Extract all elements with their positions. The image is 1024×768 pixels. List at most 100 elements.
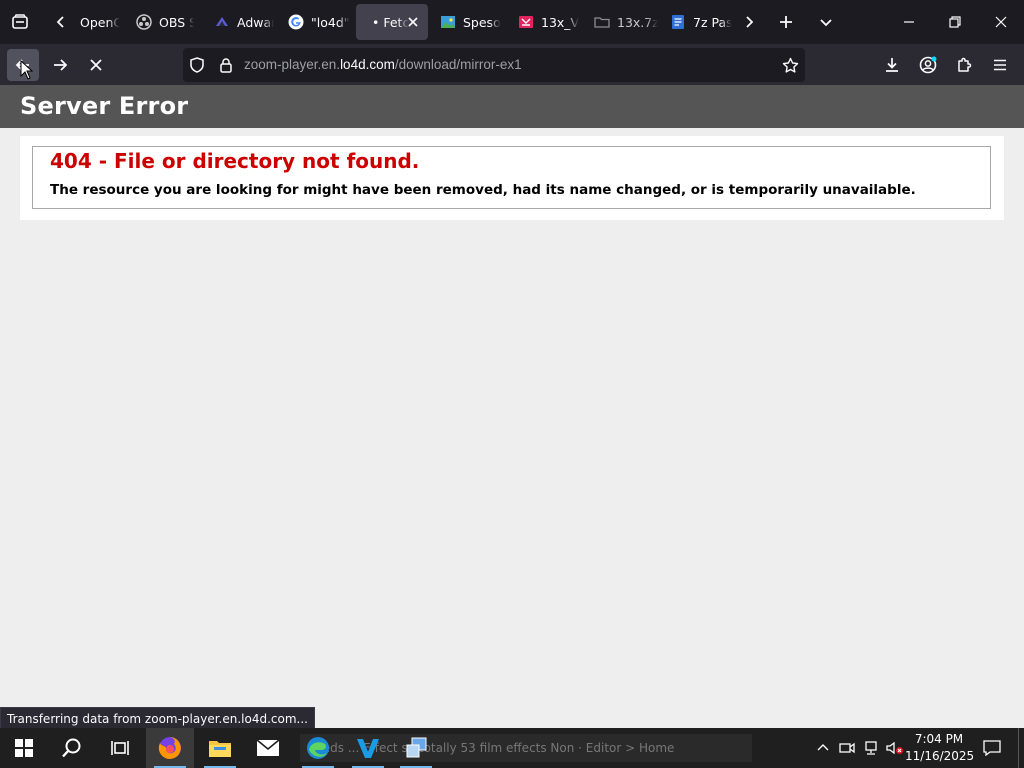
taskbar-vegas[interactable] <box>344 728 392 768</box>
tab-4-active[interactable]: • Fetc <box>356 4 428 40</box>
notification-icon <box>983 740 1001 756</box>
taskbar-clock[interactable]: 7:04 PM 11/16/2025 <box>905 731 974 765</box>
task-view-button[interactable] <box>96 728 144 768</box>
show-desktop-button[interactable] <box>1018 728 1024 768</box>
image-icon <box>440 14 456 30</box>
tab-title: • Fetc <box>372 14 410 30</box>
app-window-icon <box>406 737 427 758</box>
app-menu-button[interactable] <box>984 49 1016 81</box>
google-icon <box>288 14 304 30</box>
tracking-protection-shield-icon[interactable] <box>189 57 205 77</box>
close-icon <box>995 16 1007 28</box>
search-button[interactable] <box>48 728 96 768</box>
content-area: 404 - File or directory not found. The r… <box>20 136 1004 220</box>
camera-icon <box>839 742 855 754</box>
tab-title: 7z Pas <box>693 14 732 30</box>
plus-icon <box>780 16 792 28</box>
chevron-left-icon <box>56 16 64 28</box>
chevron-right-icon <box>746 16 754 28</box>
lock-icon[interactable] <box>219 57 233 77</box>
taskbar-edge[interactable] <box>294 728 342 768</box>
tab-title: 13x_V <box>541 14 580 30</box>
url-text[interactable]: zoom-player.en.lo4d.com/download/mirror-… <box>244 57 522 72</box>
puzzle-icon <box>958 57 972 72</box>
status-panel: Transferring data from zoom-player.en.lo… <box>0 707 315 729</box>
tab-0[interactable]: OpenC <box>78 4 120 40</box>
tab-2[interactable]: Adwar <box>204 4 274 40</box>
restore-icon <box>949 16 961 28</box>
mouse-cursor-icon <box>20 60 33 80</box>
error-message: The resource you are looking for might h… <box>50 182 916 198</box>
close-tab-button[interactable] <box>405 14 421 30</box>
tray-volume[interactable] <box>884 728 906 768</box>
error-box: 404 - File or directory not found. The r… <box>32 146 991 209</box>
extensions-button[interactable] <box>948 49 980 81</box>
minimize-icon <box>904 21 914 23</box>
error-title: 404 - File or directory not found. <box>50 149 420 173</box>
folder-icon <box>209 741 231 757</box>
url-host: lo4d.com <box>340 57 395 72</box>
tab-title: Speso <box>463 14 501 30</box>
mail-icon <box>256 739 280 756</box>
document-icon <box>670 14 686 30</box>
account-button[interactable] <box>912 49 944 81</box>
tab-1[interactable]: OBS S <box>126 4 194 40</box>
network-icon <box>865 741 877 755</box>
tab-title: OpenC <box>80 14 120 30</box>
scroll-tabs-right-button[interactable] <box>734 0 764 44</box>
minimize-button[interactable] <box>886 0 932 44</box>
stop-loading-button[interactable] <box>80 49 112 81</box>
clock-time: 7:04 PM <box>914 732 964 746</box>
show-hidden-icons-button[interactable] <box>812 728 834 768</box>
taskbar-file-explorer[interactable] <box>196 728 244 768</box>
address-bar[interactable]: zoom-player.en.lo4d.com/download/mirror-… <box>183 48 805 82</box>
web-page: Server Error 404 - File or directory not… <box>0 85 1024 728</box>
tab-6[interactable]: 13x_V <box>508 4 582 40</box>
list-all-tabs-button[interactable] <box>810 0 842 44</box>
url-path: /download/mirror-ex1 <box>394 57 522 72</box>
arrow-right-icon <box>54 59 68 71</box>
forward-button[interactable] <box>44 49 76 81</box>
start-button[interactable] <box>0 728 48 768</box>
windows-taskbar: ...leds ... Effect so totally 53 film ef… <box>0 728 1024 768</box>
screen: OpenC OBS S Adwar "lo4d" • Fetc Speso 13… <box>0 0 1024 768</box>
navigation-toolbar: zoom-player.en.lo4d.com/download/mirror-… <box>0 44 1024 85</box>
bookmark-star-button[interactable] <box>782 57 799 78</box>
notification-center-button[interactable] <box>978 728 1006 768</box>
taskbar-mail[interactable] <box>244 728 292 768</box>
account-icon <box>919 56 937 74</box>
task-view-icon <box>111 741 129 755</box>
chevron-up-icon <box>817 744 829 751</box>
adwaita-icon <box>214 14 230 30</box>
tab-title: "lo4d" <box>311 14 350 30</box>
star-icon <box>782 57 799 73</box>
tray-network[interactable] <box>860 728 882 768</box>
firefox-view-icon <box>12 14 28 29</box>
tab-title: OBS S <box>159 14 194 30</box>
edge-icon <box>307 737 329 759</box>
firefox-view-button[interactable] <box>4 0 36 44</box>
folder-icon <box>594 14 610 30</box>
hamburger-menu-icon <box>994 59 1006 71</box>
close-window-button[interactable] <box>978 0 1024 44</box>
tab-3[interactable]: "lo4d" <box>278 4 352 40</box>
tab-title: Adwar <box>237 14 274 30</box>
tab-bar: OpenC OBS S Adwar "lo4d" • Fetc Speso 13… <box>0 0 1024 44</box>
new-tab-button[interactable] <box>770 0 802 44</box>
tab-5[interactable]: Speso <box>430 4 502 40</box>
tab-title: 13x.7z <box>617 14 658 30</box>
speaker-muted-icon <box>886 741 903 755</box>
url-prefix: zoom-player.en. <box>244 57 341 72</box>
tray-meet-now[interactable] <box>836 728 858 768</box>
taskbar-app[interactable] <box>392 728 440 768</box>
chevron-down-icon <box>820 19 832 27</box>
restore-button[interactable] <box>932 0 978 44</box>
taskbar-firefox[interactable] <box>146 728 194 768</box>
download-icon <box>886 58 898 72</box>
page-title: Server Error <box>20 92 189 120</box>
tab-7[interactable]: 13x.7z <box>584 4 658 40</box>
firefox-icon <box>158 737 181 759</box>
downloads-button[interactable] <box>876 49 908 81</box>
scroll-tabs-left-button[interactable] <box>46 0 76 44</box>
tab-8[interactable]: 7z Pas <box>660 4 732 40</box>
